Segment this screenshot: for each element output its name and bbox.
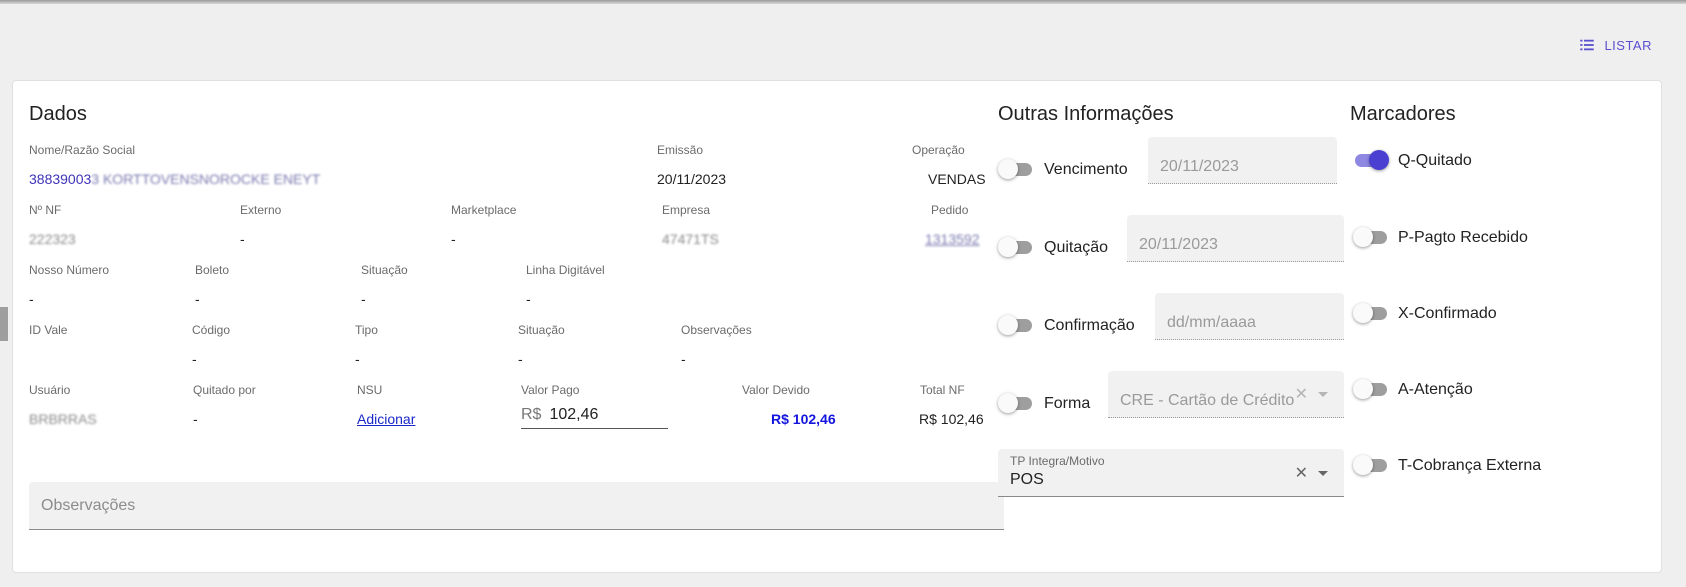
- label-pedido: Pedido: [931, 203, 969, 217]
- valor-pago-prefix: R$: [521, 406, 542, 423]
- marcador-toggle-confirmado[interactable]: [1353, 303, 1389, 323]
- value-nf: 222323: [29, 231, 76, 247]
- marcador-label-quitado: Q-Quitado: [1398, 152, 1472, 169]
- label-nsu: NSU: [357, 383, 383, 397]
- quitacao-label: Quitação: [1044, 239, 1109, 256]
- value-valor-devido: R$ 102,46: [771, 411, 836, 427]
- value-usuario: BRBRRAS: [29, 411, 97, 427]
- value-nome-blurred: 3 KORTTOVENSNOROCKE ENEYT: [91, 171, 321, 187]
- marcador-label-pagto-recebido: P-Pagto Recebido: [1398, 229, 1528, 246]
- confirmacao-date-placeholder: dd/mm/aaaa: [1167, 314, 1256, 331]
- quitacao-date-field[interactable]: 20/11/2023: [1127, 215, 1344, 262]
- section-title-outras: Outras Informações: [998, 103, 1174, 125]
- clear-icon[interactable]: ✕: [1295, 463, 1308, 483]
- quitacao-toggle[interactable]: [998, 237, 1034, 257]
- label-emissao: Emissão: [657, 143, 704, 157]
- label-situacao-vale: Situação: [518, 323, 565, 337]
- marcador-toggle-atencao[interactable]: [1353, 379, 1389, 399]
- value-marketplace: -: [451, 231, 456, 247]
- marcador-label-cobranca-externa: T-Cobrança Externa: [1398, 457, 1542, 474]
- vencimento-date-field[interactable]: 20/11/2023: [1148, 137, 1337, 184]
- value-nosso-numero: -: [29, 291, 34, 307]
- forma-toggle[interactable]: [998, 393, 1034, 413]
- confirmacao-label: Confirmação: [1044, 317, 1135, 334]
- tp-integra-select[interactable]: TP Integra/Motivo POS ✕: [998, 449, 1344, 497]
- label-codigo: Código: [192, 323, 231, 337]
- label-nosso-numero: Nosso Número: [29, 263, 110, 277]
- label-observacoes-vale: Observações: [681, 323, 752, 337]
- listar-button[interactable]: LISTAR: [1578, 36, 1652, 54]
- valor-pago-input[interactable]: R$ 102,46: [521, 401, 668, 429]
- section-title-marcadores: Marcadores: [1350, 103, 1456, 125]
- label-quitado-por: Quitado por: [193, 383, 256, 397]
- value-operacao: VENDAS: [928, 171, 986, 187]
- marcador-label-atencao: A-Atenção: [1398, 381, 1473, 398]
- listar-label: LISTAR: [1604, 37, 1652, 53]
- marcador-toggle-quitado[interactable]: [1353, 150, 1389, 170]
- details-card: Dados Nome/Razão Social 388390033 KORTTO…: [12, 80, 1662, 573]
- chevron-down-icon[interactable]: [1318, 470, 1328, 476]
- label-nome: Nome/Razão Social: [29, 143, 136, 157]
- vencimento-date-value: 20/11/2023: [1160, 158, 1239, 175]
- marcador-label-confirmado: X-Confirmado: [1398, 305, 1497, 322]
- clear-icon[interactable]: ✕: [1295, 384, 1308, 404]
- label-tipo: Tipo: [355, 323, 378, 337]
- value-linha-digitavel: -: [526, 291, 531, 307]
- label-situacao-boleto: Situação: [361, 263, 408, 277]
- value-tipo: -: [355, 351, 360, 367]
- value-externo: -: [240, 231, 245, 247]
- label-linha-digitavel: Linha Digitável: [526, 263, 605, 277]
- forma-select-value: CRE - Cartão de Crédito: [1120, 392, 1295, 409]
- drawer-handle[interactable]: [0, 307, 8, 341]
- section-title-dados: Dados: [29, 103, 87, 125]
- value-boleto: -: [195, 291, 200, 307]
- value-empresa: 47471TS: [662, 231, 719, 247]
- chevron-down-icon[interactable]: [1318, 391, 1328, 397]
- label-nf: Nº NF: [29, 203, 62, 217]
- label-usuario: Usuário: [29, 383, 71, 397]
- label-valor-devido: Valor Devido: [742, 383, 810, 397]
- marcador-toggle-pagto-recebido[interactable]: [1353, 227, 1389, 247]
- label-operacao: Operação: [912, 143, 965, 157]
- label-externo: Externo: [240, 203, 282, 217]
- value-situacao-vale: -: [518, 351, 523, 367]
- label-id-vale: ID Vale: [29, 323, 68, 337]
- value-observacoes-vale: -: [681, 351, 686, 367]
- vencimento-toggle[interactable]: [998, 159, 1034, 179]
- value-total-nf: R$ 102,46: [919, 411, 984, 427]
- label-valor-pago: Valor Pago: [521, 383, 580, 397]
- list-icon: [1580, 39, 1595, 51]
- confirmacao-toggle[interactable]: [998, 315, 1034, 335]
- quitacao-date-value: 20/11/2023: [1139, 236, 1218, 253]
- valor-pago-value: 102,46: [549, 406, 599, 423]
- forma-label: Forma: [1044, 395, 1091, 412]
- label-empresa: Empresa: [662, 203, 711, 217]
- label-marketplace: Marketplace: [451, 203, 517, 217]
- tp-integra-value: POS: [1010, 471, 1044, 488]
- value-codigo: -: [192, 351, 197, 367]
- label-boleto: Boleto: [195, 263, 230, 277]
- vencimento-label: Vencimento: [1044, 161, 1128, 178]
- adicionar-nsu-link[interactable]: Adicionar: [357, 411, 415, 427]
- forma-select[interactable]: CRE - Cartão de Crédito ✕: [1108, 371, 1344, 418]
- observacoes-placeholder: Observações: [41, 497, 136, 514]
- value-nome-visible: 38839003: [29, 171, 92, 187]
- value-nome[interactable]: 388390033 KORTTOVENSNOROCKE ENEYT: [29, 171, 320, 187]
- topbar-shadow: [0, 0, 1686, 4]
- value-pedido-link[interactable]: 1313592: [925, 231, 980, 247]
- value-quitado-por: -: [193, 411, 198, 427]
- confirmacao-date-field[interactable]: dd/mm/aaaa: [1155, 293, 1344, 340]
- observacoes-field[interactable]: Observações: [29, 482, 1004, 530]
- value-situacao-boleto: -: [361, 291, 366, 307]
- tp-integra-label: TP Integra/Motivo: [1010, 454, 1105, 468]
- value-emissao: 20/11/2023: [657, 171, 727, 187]
- marcador-toggle-cobranca-externa[interactable]: [1353, 455, 1389, 475]
- label-total-nf: Total NF: [920, 383, 965, 397]
